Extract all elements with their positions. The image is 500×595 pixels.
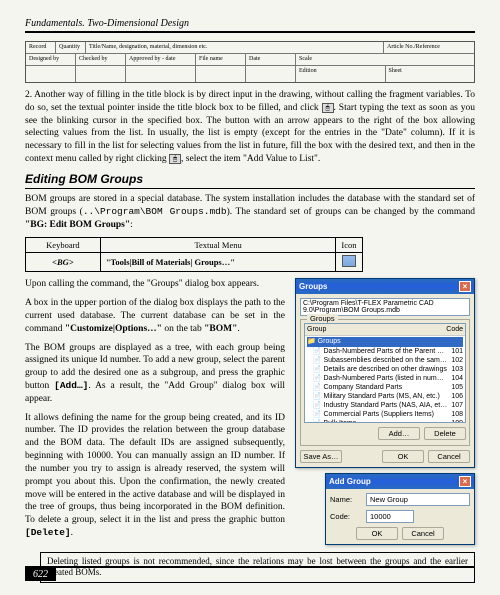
paragraph-6: It allows defining the name for the grou…: [25, 412, 285, 540]
add-group-dialog: Add Group × Name: New Group Code: 10000 …: [325, 473, 475, 545]
ok-button[interactable]: OK: [382, 450, 424, 463]
groups-tree[interactable]: Group Code 📁 Groups 📄 Dash-Numbered Part…: [304, 323, 466, 423]
paragraph-3: Upon calling the command, the "Groups" d…: [25, 278, 285, 291]
tb-file: File name: [196, 54, 246, 66]
name-field[interactable]: New Group: [366, 493, 470, 506]
paragraph-4: A box in the upper portion of the dialog…: [25, 297, 285, 335]
tree-row[interactable]: 📄 Subassemblies described on the same dr…: [307, 356, 463, 365]
tree-col-code: Code: [446, 325, 463, 334]
add-button[interactable]: Add…: [378, 427, 420, 440]
tb-record: Record: [26, 42, 56, 54]
page-header: Fundamentals. Two-Dimensional Design: [25, 18, 475, 33]
tb-edition: Edition: [296, 66, 386, 82]
cancel-button[interactable]: Cancel: [428, 450, 470, 463]
code-field[interactable]: 10000: [366, 510, 414, 523]
tree-row[interactable]: 📄 Dash-Numbered Parts of the Parent Draw…: [307, 347, 463, 356]
groups-dialog: Groups × C:\Program Files\T-FLEX Paramet…: [295, 278, 475, 468]
section-heading: Editing BOM Groups: [25, 172, 475, 189]
cmd-col-keyboard: Keyboard: [26, 238, 101, 253]
tb-date: Date: [246, 54, 296, 66]
tree-row[interactable]: 📄 Military Standard Parts (MS, AN, etc.)…: [307, 392, 463, 401]
tree-row[interactable]: 📄 Details are described on other drawing…: [307, 365, 463, 374]
tree-row[interactable]: 📄 Industry Standard Parts (NAS, AIA, etc…: [307, 401, 463, 410]
paragraph-2: BOM groups are stored in a special datab…: [25, 193, 475, 231]
delete-button[interactable]: Delete: [424, 427, 466, 440]
tb-main: Title/Name, designation, material, dimen…: [86, 42, 384, 54]
cmd-col-menu: Textual Menu: [100, 238, 336, 253]
tb-sheet: Sheet: [386, 66, 475, 82]
close-icon[interactable]: ×: [459, 281, 471, 292]
groups-dialog-title: Groups: [299, 282, 327, 291]
tree-col-group: Group: [307, 325, 326, 334]
groups-command-icon: [342, 255, 356, 267]
close-icon[interactable]: ×: [459, 476, 471, 487]
groups-box-label: Groups: [307, 314, 338, 323]
title-block-table: Record Quantity Title/Name, designation,…: [25, 41, 475, 83]
tree-row[interactable]: 📄 Dash-Numbered Parts (listed in numeric…: [307, 374, 463, 383]
tb-checked: Checked by: [76, 54, 126, 66]
tb-scale: Scale: [296, 54, 474, 66]
addgroup-ok-button[interactable]: OK: [356, 527, 398, 540]
tree-row[interactable]: 📄 Commercial Parts (Suppliers Items)108: [307, 410, 463, 419]
addgroup-cancel-button[interactable]: Cancel: [402, 527, 444, 540]
code-label: Code:: [330, 512, 362, 521]
page-footer: 622: [25, 566, 475, 581]
save-as-button[interactable]: Save As…: [300, 450, 342, 463]
tree-row[interactable]: 📄 Company Standard Parts105: [307, 383, 463, 392]
name-label: Name:: [330, 495, 362, 504]
tree-row[interactable]: 📄 Bulk Items109: [307, 419, 463, 423]
tb-article: Article No./Reference: [384, 42, 474, 54]
mouse-icon: 🖱: [322, 103, 334, 113]
tree-row[interactable]: 📁 Groups: [307, 337, 463, 346]
tb-approved: Approved by - date: [126, 54, 196, 66]
page-number: 622: [25, 568, 56, 581]
cmd-keyboard: <BG>: [52, 257, 74, 267]
cmd-col-icon: Icon: [336, 238, 362, 253]
paragraph-5: The BOM groups are displayed as a tree, …: [25, 342, 285, 406]
mouse-icon-2: 🖱: [169, 154, 181, 164]
tb-designed: Designed by: [26, 54, 76, 66]
add-group-dialog-title: Add Group: [329, 477, 371, 486]
paragraph-1: 2. Another way of filling in the title b…: [25, 89, 475, 166]
command-table: Keyboard Textual Menu Icon <BG> "Tools|B…: [25, 237, 363, 272]
cmd-menu: "Tools|Bill of Materials| Groups…": [106, 257, 235, 267]
tb-quantity: Quantity: [56, 42, 86, 54]
